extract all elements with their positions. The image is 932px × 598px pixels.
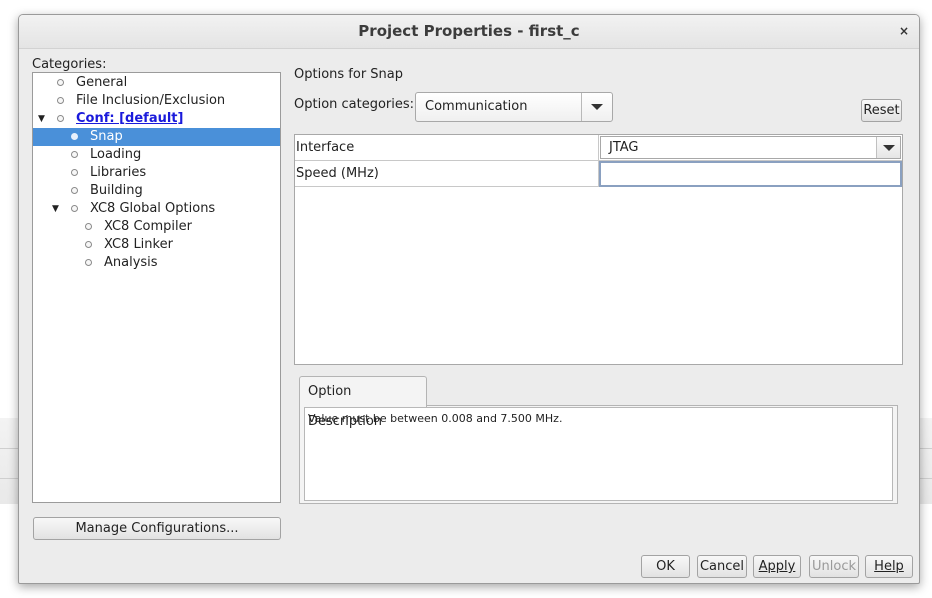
- property-sheet: Interface JTAG Speed (MHz): [294, 134, 903, 365]
- option-categories-label: Option categories:: [294, 97, 415, 112]
- tree-item-label: Loading: [90, 147, 142, 162]
- node-icon: [57, 97, 64, 104]
- option-categories-value: Communication: [425, 99, 528, 114]
- property-value-cell: [599, 161, 902, 187]
- tree-item-general[interactable]: General: [33, 74, 280, 92]
- tree-item-label: Conf: [default]: [76, 111, 184, 126]
- description-text: Value must be between 0.008 and 7.500 MH…: [304, 407, 893, 501]
- chevron-down-icon: [591, 104, 603, 110]
- ok-button[interactable]: OK: [641, 555, 690, 578]
- tree-item-xc8-linker[interactable]: XC8 Linker: [33, 236, 280, 254]
- interface-value: JTAG: [609, 140, 639, 155]
- tree-item-xc8-compiler[interactable]: XC8 Compiler: [33, 218, 280, 236]
- tree-item-conf-default[interactable]: ▼ Conf: [default]: [33, 110, 280, 128]
- options-title: Options for Snap: [294, 67, 404, 82]
- combo-separator: [581, 93, 582, 121]
- cancel-button[interactable]: Cancel: [697, 555, 747, 578]
- dialog-title: Project Properties - first_c: [358, 22, 580, 40]
- property-row-interface: Interface JTAG: [295, 135, 902, 161]
- node-icon: [71, 151, 78, 158]
- tree-item-label: XC8 Global Options: [90, 201, 216, 216]
- property-name: Interface: [295, 135, 599, 160]
- description-panel: Value must be between 0.008 and 7.500 MH…: [299, 405, 898, 504]
- unlock-button[interactable]: Unlock: [809, 555, 859, 578]
- expand-triangle-icon[interactable]: ▼: [52, 200, 59, 218]
- interface-select[interactable]: JTAG: [600, 136, 901, 159]
- node-icon: [71, 133, 78, 140]
- tree-item-label: Snap: [90, 129, 123, 144]
- tree-item-label: Building: [90, 183, 143, 198]
- dropdown-button[interactable]: [876, 137, 900, 158]
- speed-mhz-input[interactable]: [599, 161, 902, 187]
- property-row-speed: Speed (MHz): [295, 161, 902, 187]
- property-value-cell: JTAG: [599, 135, 902, 160]
- help-button[interactable]: Help: [865, 555, 913, 578]
- tree-item-label: Analysis: [104, 255, 158, 270]
- tree-item-loading[interactable]: Loading: [33, 146, 280, 164]
- tree-item-label: Libraries: [90, 165, 147, 180]
- tree-item-building[interactable]: Building: [33, 182, 280, 200]
- node-icon: [71, 205, 78, 212]
- chevron-down-icon: [883, 145, 895, 151]
- tree-item-file-inclusion[interactable]: File Inclusion/Exclusion: [33, 92, 280, 110]
- tree-item-libraries[interactable]: Libraries: [33, 164, 280, 182]
- property-name: Speed (MHz): [295, 161, 599, 186]
- tab-option-description[interactable]: Option Description: [299, 376, 427, 429]
- reset-button[interactable]: Reset: [861, 99, 902, 122]
- tree-item-label: XC8 Linker: [104, 237, 173, 252]
- node-icon: [85, 241, 92, 248]
- node-icon: [57, 115, 64, 122]
- node-icon: [85, 259, 92, 266]
- expand-triangle-icon[interactable]: ▼: [38, 110, 45, 128]
- option-categories-select[interactable]: Communication: [415, 92, 613, 122]
- tree-item-label: XC8 Compiler: [104, 219, 192, 234]
- apply-button[interactable]: Apply: [753, 555, 801, 578]
- categories-tree[interactable]: General File Inclusion/Exclusion ▼ Conf:…: [32, 72, 281, 503]
- dialog-titlebar: Project Properties - first_c ×: [19, 15, 919, 49]
- categories-label: Categories:: [32, 57, 107, 72]
- close-icon[interactable]: ×: [899, 15, 909, 47]
- tree-item-label: File Inclusion/Exclusion: [76, 93, 226, 108]
- manage-configurations-button[interactable]: Manage Configurations...: [33, 517, 281, 540]
- node-icon: [57, 79, 64, 86]
- tree-item-analysis[interactable]: Analysis: [33, 254, 280, 272]
- tree-item-snap[interactable]: Snap: [33, 128, 280, 146]
- node-icon: [85, 223, 92, 230]
- node-icon: [71, 169, 78, 176]
- project-properties-dialog: Project Properties - first_c × Categorie…: [18, 14, 920, 584]
- tree-item-label: General: [76, 75, 128, 90]
- node-icon: [71, 187, 78, 194]
- tree-item-xc8-global-options[interactable]: ▼ XC8 Global Options: [33, 200, 280, 218]
